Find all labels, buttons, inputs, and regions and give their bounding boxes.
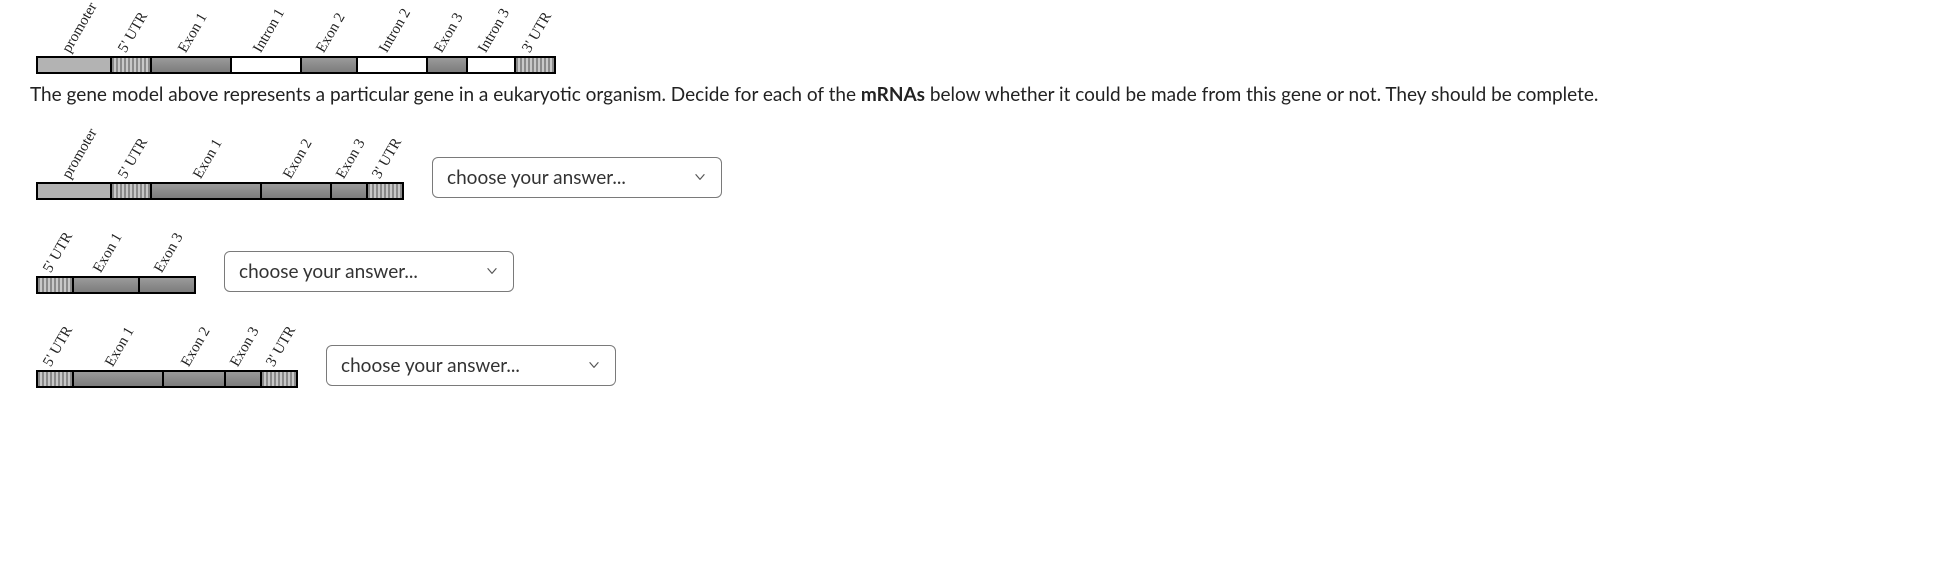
option-2-seg-1	[72, 372, 162, 386]
gene-model-label-0: promoter	[59, 0, 101, 56]
option-2-seg-3	[224, 372, 260, 386]
gene-model-seg-0	[38, 58, 110, 72]
option-2-label-3: Exon 3	[227, 324, 263, 370]
option-2-label-2: Exon 2	[178, 324, 214, 370]
chevron-down-icon	[587, 358, 601, 372]
gene-model-label-2: Exon 1	[175, 10, 211, 56]
dropdown-placeholder: choose your answer...	[239, 260, 418, 283]
option-1-seg-1	[72, 278, 138, 292]
option-0-label-2: Exon 1	[190, 136, 226, 182]
option-1-label-1: Exon 1	[90, 230, 126, 276]
option-0-seg-4	[330, 184, 366, 198]
option-0-seg-0	[38, 184, 110, 198]
chevron-down-icon	[485, 264, 499, 278]
option-2-dropdown[interactable]: choose your answer...	[326, 345, 616, 386]
option-0-label-5: 3' UTR	[369, 135, 406, 182]
question-post: below whether it could be made from this…	[925, 83, 1598, 106]
gene-model-seg-8	[514, 58, 554, 72]
chevron-down-icon	[693, 170, 707, 184]
gene-model-seg-3	[230, 58, 300, 72]
gene-model-seg-2	[150, 58, 230, 72]
option-0-seg-2	[150, 184, 260, 198]
gene-model-label-1: 5' UTR	[115, 9, 152, 56]
option-0-dropdown[interactable]: choose your answer...	[432, 157, 722, 198]
option-2-label-1: Exon 1	[102, 324, 138, 370]
option-row-1: 5' UTR Exon 1 Exon 3 choose your answer...	[30, 220, 1918, 294]
option-1-dropdown[interactable]: choose your answer...	[224, 251, 514, 292]
option-2-label-0: 5' UTR	[40, 323, 77, 370]
gene-model-label-7: Intron 3	[475, 6, 514, 56]
gene-model-seg-7	[466, 58, 514, 72]
option-0-seg-1	[110, 184, 150, 198]
option-2-seg-4	[260, 372, 296, 386]
dropdown-placeholder: choose your answer...	[341, 354, 520, 377]
option-0-label-3: Exon 2	[280, 136, 316, 182]
gene-model-label-4: Exon 2	[313, 10, 349, 56]
option-0-seg-5	[366, 184, 402, 198]
gene-model-label-6: Exon 3	[431, 10, 467, 56]
option-0-seg-3	[260, 184, 330, 198]
option-2-seg-2	[162, 372, 224, 386]
option-row-2: 5' UTR Exon 1 Exon 2 Exon 33' UTR choose you…	[30, 314, 1918, 388]
option-0-label-4: Exon 3	[333, 136, 369, 182]
gene-model-seg-1	[110, 58, 150, 72]
option-1-seg-2	[138, 278, 194, 292]
option-row-0: promoter 5' UTR Exon 1 Exon 2 Exon 33' UTR ch…	[30, 126, 1918, 200]
gene-model-seg-6	[426, 58, 466, 72]
option-1-label-0: 5' UTR	[40, 229, 77, 276]
question-text: The gene model above represents a partic…	[30, 82, 1918, 108]
option-1-label-2: Exon 3	[151, 230, 187, 276]
option-1-seg-0	[38, 278, 72, 292]
gene-model-seg-4	[300, 58, 356, 72]
gene-model-label-5: Intron 2	[376, 6, 415, 56]
gene-model-diagram: promoter 5' UTR Exon 1 Intron 1 Exon 2 Intron…	[36, 0, 1918, 74]
question-pre: The gene model above represents a partic…	[30, 83, 861, 106]
gene-model-seg-5	[356, 58, 426, 72]
dropdown-placeholder: choose your answer...	[447, 166, 626, 189]
option-2-seg-0	[38, 372, 72, 386]
option-2-diagram: 5' UTR Exon 1 Exon 2 Exon 33' UTR	[36, 314, 298, 388]
option-0-label-1: 5' UTR	[115, 135, 152, 182]
option-1-diagram: 5' UTR Exon 1 Exon 3	[36, 220, 196, 294]
option-2-label-4: 3' UTR	[263, 323, 300, 370]
gene-model-label-3: Intron 1	[250, 6, 289, 56]
question-bold: mRNAs	[861, 83, 925, 106]
option-0-label-0: promoter	[59, 126, 101, 182]
option-0-diagram: promoter 5' UTR Exon 1 Exon 2 Exon 33' UTR	[36, 126, 404, 200]
gene-model-label-8: 3' UTR	[519, 9, 556, 56]
